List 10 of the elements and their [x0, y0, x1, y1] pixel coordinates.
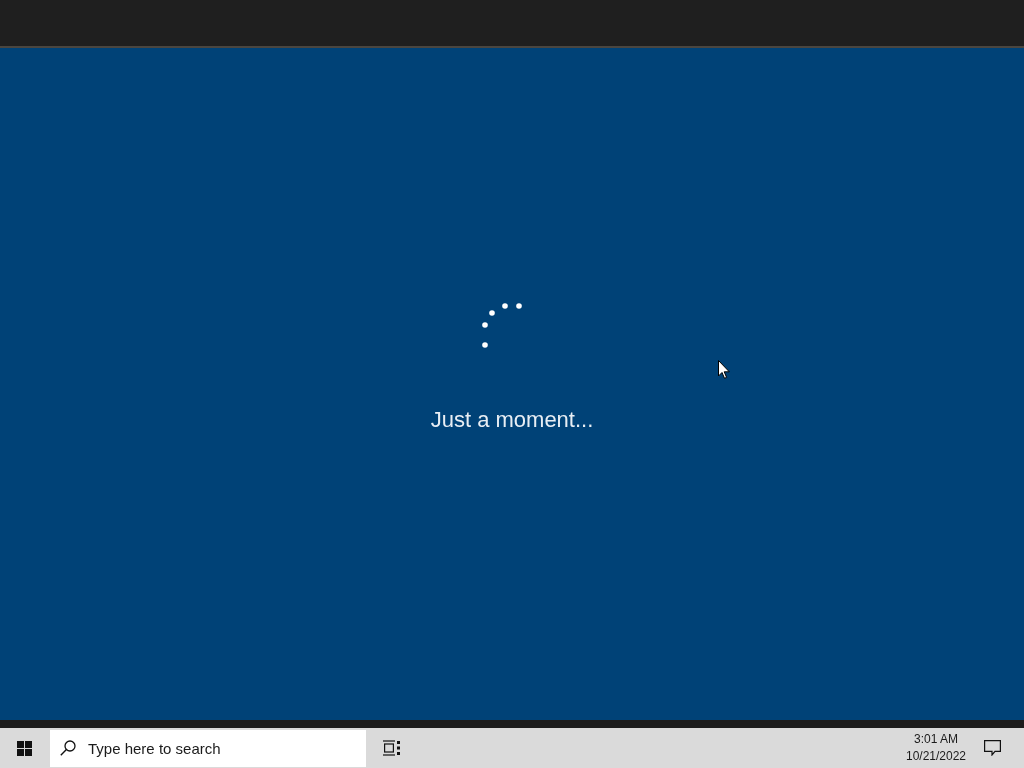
- search-field[interactable]: Type here to search: [50, 730, 366, 767]
- status-message: Just a moment...: [430, 405, 594, 434]
- task-view-icon: [382, 740, 400, 756]
- search-icon: [60, 740, 76, 756]
- clock-time: 3:01 AM: [914, 731, 958, 748]
- speech-bubble-icon: [983, 740, 1001, 756]
- mouse-pointer-icon: [718, 360, 730, 379]
- clock-date: 10/21/2022: [905, 748, 967, 765]
- windows-logo-icon: [17, 740, 32, 756]
- loading-spinner-icon: [482, 302, 522, 348]
